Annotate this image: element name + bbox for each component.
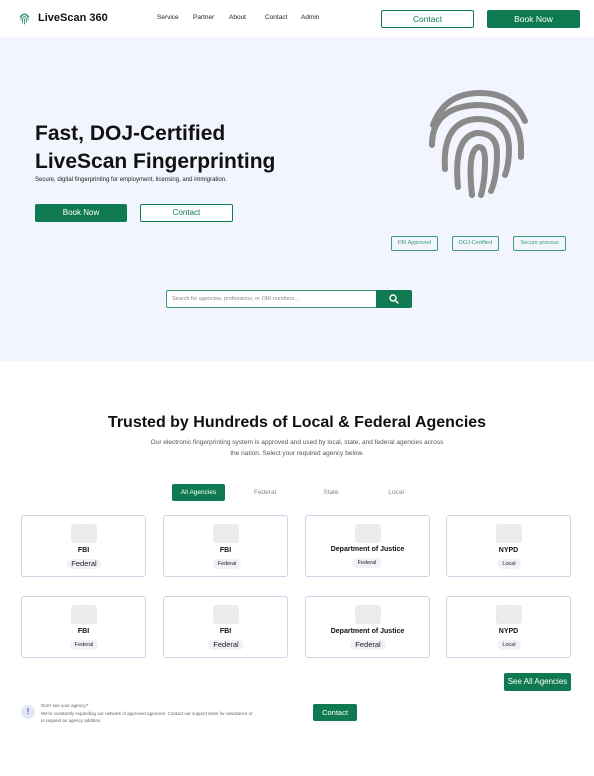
nav-about[interactable]: About xyxy=(229,14,246,21)
agency-name: Department of Justice xyxy=(330,546,405,553)
search-button[interactable] xyxy=(376,290,412,308)
help-contact-button[interactable]: Contact xyxy=(313,704,357,721)
agency-tag: Federal xyxy=(213,559,241,569)
hero-subtitle: Secure, digital fingerprinting for emplo… xyxy=(35,177,227,183)
search-icon xyxy=(389,294,399,304)
help-title: Don't see your agency? xyxy=(41,703,89,708)
agency-logo-placeholder xyxy=(70,524,97,543)
hero-section: Fast, DOJ-Certified LiveScan Fingerprint… xyxy=(0,37,594,361)
tab-federal[interactable]: Federal xyxy=(245,484,285,501)
help-text: We're constantly expanding our network o… xyxy=(41,710,309,724)
see-all-agencies-button[interactable]: See All Agencies xyxy=(504,673,571,691)
nav-admin[interactable]: Admin xyxy=(301,14,319,21)
agency-card[interactable]: NYPD Local xyxy=(446,515,571,577)
agency-logo-placeholder xyxy=(354,524,381,543)
agencies-description-line-1: Our electronic fingerprinting system is … xyxy=(150,439,444,446)
agency-name: FBI xyxy=(219,628,232,635)
agency-tag: Federal xyxy=(70,640,98,650)
agency-name: FBI xyxy=(77,628,90,635)
agency-name: NYPD xyxy=(498,547,519,554)
agency-tag: Local xyxy=(497,559,521,569)
nav-contact[interactable]: Contact xyxy=(265,14,287,21)
agency-card[interactable]: Department of Justice Federal xyxy=(305,515,430,577)
agency-tag: Local xyxy=(497,640,521,650)
agency-logo-placeholder xyxy=(495,605,522,624)
agency-name: Department of Justice xyxy=(330,628,405,635)
fingerprint-logo-icon xyxy=(19,13,30,25)
agency-tag: Federal xyxy=(67,559,101,569)
hero-book-now-button[interactable]: Book Now xyxy=(35,204,127,222)
help-text-line-2: to request an agency addition. xyxy=(41,718,102,723)
agency-search-input[interactable] xyxy=(166,290,376,308)
brand-name[interactable]: LiveScan 360 xyxy=(38,12,108,24)
agency-tag: Federal xyxy=(208,640,244,650)
agency-logo-placeholder xyxy=(495,524,522,543)
agency-tag: Federal xyxy=(352,558,382,568)
tab-all-agencies[interactable]: All Agencies xyxy=(172,484,225,501)
agency-card[interactable]: NYPD Local xyxy=(446,596,571,658)
header-contact-button[interactable]: Contact xyxy=(381,10,474,28)
tab-local[interactable]: Local xyxy=(379,484,413,501)
agency-card[interactable]: FBI Federal xyxy=(163,596,288,658)
agency-logo-placeholder xyxy=(212,605,239,624)
agencies-description-line-2: the nation. Select your required agency … xyxy=(230,450,364,457)
agency-name: NYPD xyxy=(498,628,519,635)
badge-secure-process: Secure process xyxy=(513,236,566,251)
agency-card[interactable]: FBI Federal xyxy=(163,515,288,577)
agency-name: FBI xyxy=(219,547,232,554)
agency-logo-placeholder xyxy=(212,524,239,543)
agency-tag: Federal xyxy=(350,640,386,650)
badge-fbi-approved: FBI Approved xyxy=(391,236,438,251)
hero-title-line-2: LiveScan Fingerprinting xyxy=(35,150,276,173)
hero-contact-button[interactable]: Contact xyxy=(140,204,233,222)
agencies-title: Trusted by Hundreds of Local & Federal A… xyxy=(107,414,487,431)
agencies-description: Our electronic fingerprinting system is … xyxy=(120,437,474,459)
help-text-line-1: We're constantly expanding our network o… xyxy=(41,711,253,716)
header-book-now-button[interactable]: Book Now xyxy=(487,10,580,28)
info-icon: ! xyxy=(21,705,35,719)
hero-title: Fast, DOJ-Certified LiveScan Fingerprint… xyxy=(35,120,335,176)
fingerprint-icon xyxy=(429,89,528,198)
hero-title-line-1: Fast, DOJ-Certified xyxy=(35,122,226,145)
agency-card[interactable]: Department of Justice Federal xyxy=(305,596,430,658)
nav-partner[interactable]: Partner xyxy=(193,14,214,21)
agency-card[interactable]: FBI Federal xyxy=(21,515,146,577)
agency-name: FBI xyxy=(77,547,90,554)
agency-card[interactable]: FBI Federal xyxy=(21,596,146,658)
site-header: LiveScan 360 Service Partner About Conta… xyxy=(0,0,594,37)
badge-doj-certified: DOJ-Certified xyxy=(452,236,499,251)
agency-logo-placeholder xyxy=(70,605,97,624)
tab-state[interactable]: State xyxy=(313,484,349,501)
nav-service[interactable]: Service xyxy=(157,14,179,21)
agency-logo-placeholder xyxy=(354,605,381,624)
